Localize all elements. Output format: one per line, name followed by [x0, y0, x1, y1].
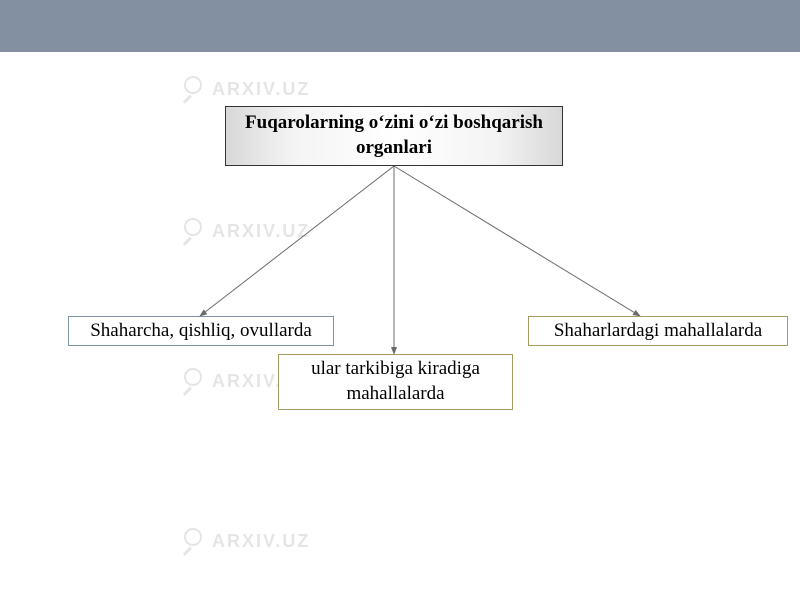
child-right-label: Shaharlardagi mahallalarda — [554, 319, 762, 344]
diagram-root-node: Fuqarolarning oʻzini oʻzi boshqarish org… — [225, 106, 563, 166]
diagram-child-left: Shaharcha, qishliq, ovullarda — [68, 316, 334, 346]
root-title: Fuqarolarning oʻzini oʻzi boshqarish org… — [234, 111, 554, 160]
diagram-child-right: Shaharlardagi mahallalarda — [528, 316, 788, 346]
child-left-label: Shaharcha, qishliq, ovullarda — [90, 319, 312, 344]
connector-lines — [0, 0, 800, 600]
child-center-label: ular tarkibiga kiradiga mahallalarda — [285, 357, 506, 406]
diagram-container: Fuqarolarning oʻzini oʻzi boshqarish org… — [0, 0, 800, 600]
diagram-child-center: ular tarkibiga kiradiga mahallalarda — [278, 354, 513, 410]
